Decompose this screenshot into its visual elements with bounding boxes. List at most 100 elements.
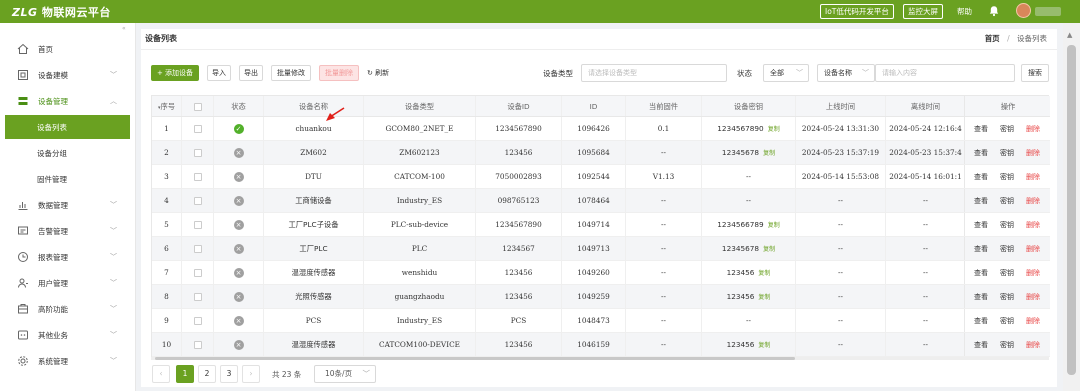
copy-key-link[interactable]: 复制 xyxy=(768,222,780,229)
table-row[interactable]: 1 ✓ chuankou GCOM80_2NET_E 1234567890 1096426… xyxy=(152,117,1050,141)
delete-button[interactable]: 删除 xyxy=(1026,189,1040,213)
sidebar-subitem-device-group[interactable]: 设备分组 xyxy=(5,141,130,165)
page-size-select[interactable]: 10条/页 ﹀ xyxy=(314,365,376,383)
sidebar-item-system[interactable]: 系统管理 ﹀ xyxy=(0,349,136,373)
page-3-button[interactable]: 3 xyxy=(220,365,238,383)
export-button[interactable]: 导出 xyxy=(239,65,263,81)
add-device-button[interactable]: + 添加设备 xyxy=(151,65,199,81)
view-button[interactable]: 查看 xyxy=(974,309,988,333)
sidebar-subitem-firmware[interactable]: 固件管理 xyxy=(5,167,130,191)
scroll-up-icon[interactable]: ▲ xyxy=(1067,31,1072,39)
view-button[interactable]: 查看 xyxy=(974,165,988,189)
copy-key-link[interactable]: 复制 xyxy=(768,126,780,133)
table-row[interactable]: 7 × 温湿度传感器 wenshidu 123456 1049260 -- 123456 复制 -… xyxy=(152,261,1050,285)
sidebar-item-other[interactable]: 其他业务 ﹀ xyxy=(0,323,136,347)
page-scrollbar[interactable]: ▲ xyxy=(1063,23,1080,391)
refresh-button[interactable]: ↻ 刷新 xyxy=(367,68,389,78)
monitor-screen-button[interactable]: 监控大屏 xyxy=(903,4,943,19)
table-row[interactable]: 3 × DTU CATCOM-100 7050002893 1092544 V1.13 -- 2… xyxy=(152,165,1050,189)
table-row[interactable]: 5 × 工厂PLC子设备 PLC-sub-device 1234567890 104971… xyxy=(152,213,1050,237)
delete-button[interactable]: 删除 xyxy=(1026,117,1040,141)
sidebar-item-report[interactable]: 报表管理 ﹀ xyxy=(0,245,136,269)
table-row[interactable]: 9 × PCS Industry_ES PCS 1048473 -- -- -- -- 查看 密钥 删除 xyxy=(152,309,1050,333)
key-button[interactable]: 密钥 xyxy=(1000,141,1014,165)
delete-button[interactable]: 删除 xyxy=(1026,213,1040,237)
status-select[interactable]: 全部 ﹀ xyxy=(763,64,809,82)
table-row[interactable]: 4 × 工商储设备 Industry_ES 098765123 1078464 -- -- --… xyxy=(152,189,1050,213)
key-button[interactable]: 密钥 xyxy=(1000,333,1014,357)
key-button[interactable]: 密钥 xyxy=(1000,285,1014,309)
help-link[interactable]: 帮助 xyxy=(957,6,972,17)
table-row[interactable]: 6 × 工厂PLC PLC 1234567 1049713 -- 12345678 复制 -- --… xyxy=(152,237,1050,261)
view-button[interactable]: 查看 xyxy=(974,117,988,141)
copy-key-link[interactable]: 复制 xyxy=(758,342,770,349)
next-page-button[interactable]: › xyxy=(242,365,260,383)
key-button[interactable]: 密钥 xyxy=(1000,213,1014,237)
delete-button[interactable]: 删除 xyxy=(1026,333,1040,357)
column-header-index[interactable]: ▾序号 xyxy=(152,96,182,116)
view-button[interactable]: 查看 xyxy=(974,237,988,261)
copy-key-link[interactable]: 复制 xyxy=(763,150,775,157)
horizontal-scrollbar[interactable] xyxy=(151,357,1049,360)
view-button[interactable]: 查看 xyxy=(974,213,988,237)
search-button[interactable]: 搜索 xyxy=(1021,64,1049,82)
batch-delete-button[interactable]: 批量删除 xyxy=(319,65,359,81)
app-logo[interactable]: ZLG 物联网云平台 xyxy=(12,4,111,20)
sidebar-item-home[interactable]: 首页 xyxy=(0,37,136,61)
key-button[interactable]: 密钥 xyxy=(1000,117,1014,141)
prev-page-button[interactable]: ‹ xyxy=(152,365,170,383)
row-checkbox[interactable] xyxy=(193,269,202,277)
device-type-select[interactable]: 请选择设备类型 xyxy=(581,64,727,82)
delete-button[interactable]: 删除 xyxy=(1026,237,1040,261)
key-button[interactable]: 密钥 xyxy=(1000,237,1014,261)
scrollbar-thumb[interactable] xyxy=(155,357,795,360)
key-button[interactable]: 密钥 xyxy=(1000,165,1014,189)
search-input[interactable]: 请输入内容 xyxy=(875,64,1015,82)
view-button[interactable]: 查看 xyxy=(974,285,988,309)
scrollbar-thumb[interactable] xyxy=(1067,45,1076,375)
collapse-sidebar-icon[interactable]: « xyxy=(122,25,126,32)
checkbox[interactable] xyxy=(193,103,202,111)
row-checkbox[interactable] xyxy=(193,173,202,181)
lowcode-platform-button[interactable]: IoT低代码开发平台 xyxy=(820,4,894,19)
batch-edit-button[interactable]: 批量修改 xyxy=(271,65,311,81)
view-button[interactable]: 查看 xyxy=(974,141,988,165)
delete-button[interactable]: 删除 xyxy=(1026,261,1040,285)
page-1-button[interactable]: 1 xyxy=(176,365,194,383)
row-checkbox[interactable] xyxy=(193,341,202,349)
breadcrumb-home[interactable]: 首页 xyxy=(985,34,1000,43)
table-row[interactable]: 10 × 温湿度传感器 CATCOM100-DEVICE 123456 1046159 --… xyxy=(152,333,1050,357)
select-all-checkbox[interactable] xyxy=(182,96,214,116)
copy-key-link[interactable]: 复制 xyxy=(758,294,770,301)
sidebar-item-data-manage[interactable]: 数据管理 ﹀ xyxy=(0,193,136,217)
sidebar-item-device-model[interactable]: 设备建模 ﹀ xyxy=(0,63,136,87)
copy-key-link[interactable]: 复制 xyxy=(763,246,775,253)
key-button[interactable]: 密钥 xyxy=(1000,189,1014,213)
username-blurred[interactable] xyxy=(1035,7,1061,16)
sidebar-item-advanced[interactable]: 高阶功能 ﹀ xyxy=(0,297,136,321)
row-checkbox[interactable] xyxy=(193,149,202,157)
key-button[interactable]: 密钥 xyxy=(1000,309,1014,333)
import-button[interactable]: 导入 xyxy=(207,65,231,81)
page-2-button[interactable]: 2 xyxy=(198,365,216,383)
view-button[interactable]: 查看 xyxy=(974,333,988,357)
table-row[interactable]: 2 × ZM602 ZM602123 123456 1095684 -- 12345678 复制… xyxy=(152,141,1050,165)
search-field-select[interactable]: 设备名称 ﹀ xyxy=(817,64,875,82)
avatar[interactable] xyxy=(1016,3,1031,18)
bell-icon[interactable] xyxy=(988,5,1000,17)
row-checkbox[interactable] xyxy=(193,293,202,301)
row-checkbox[interactable] xyxy=(193,125,202,133)
delete-button[interactable]: 删除 xyxy=(1026,141,1040,165)
row-checkbox[interactable] xyxy=(193,317,202,325)
view-button[interactable]: 查看 xyxy=(974,261,988,285)
delete-button[interactable]: 删除 xyxy=(1026,285,1040,309)
delete-button[interactable]: 删除 xyxy=(1026,309,1040,333)
row-checkbox[interactable] xyxy=(193,245,202,253)
copy-key-link[interactable]: 复制 xyxy=(758,270,770,277)
sidebar-item-device-manage[interactable]: 设备管理 ︿ xyxy=(0,89,136,113)
view-button[interactable]: 查看 xyxy=(974,189,988,213)
sidebar-item-alarm[interactable]: 告警管理 ﹀ xyxy=(0,219,136,243)
row-checkbox[interactable] xyxy=(193,197,202,205)
row-checkbox[interactable] xyxy=(193,221,202,229)
sidebar-item-user[interactable]: 用户管理 ﹀ xyxy=(0,271,136,295)
